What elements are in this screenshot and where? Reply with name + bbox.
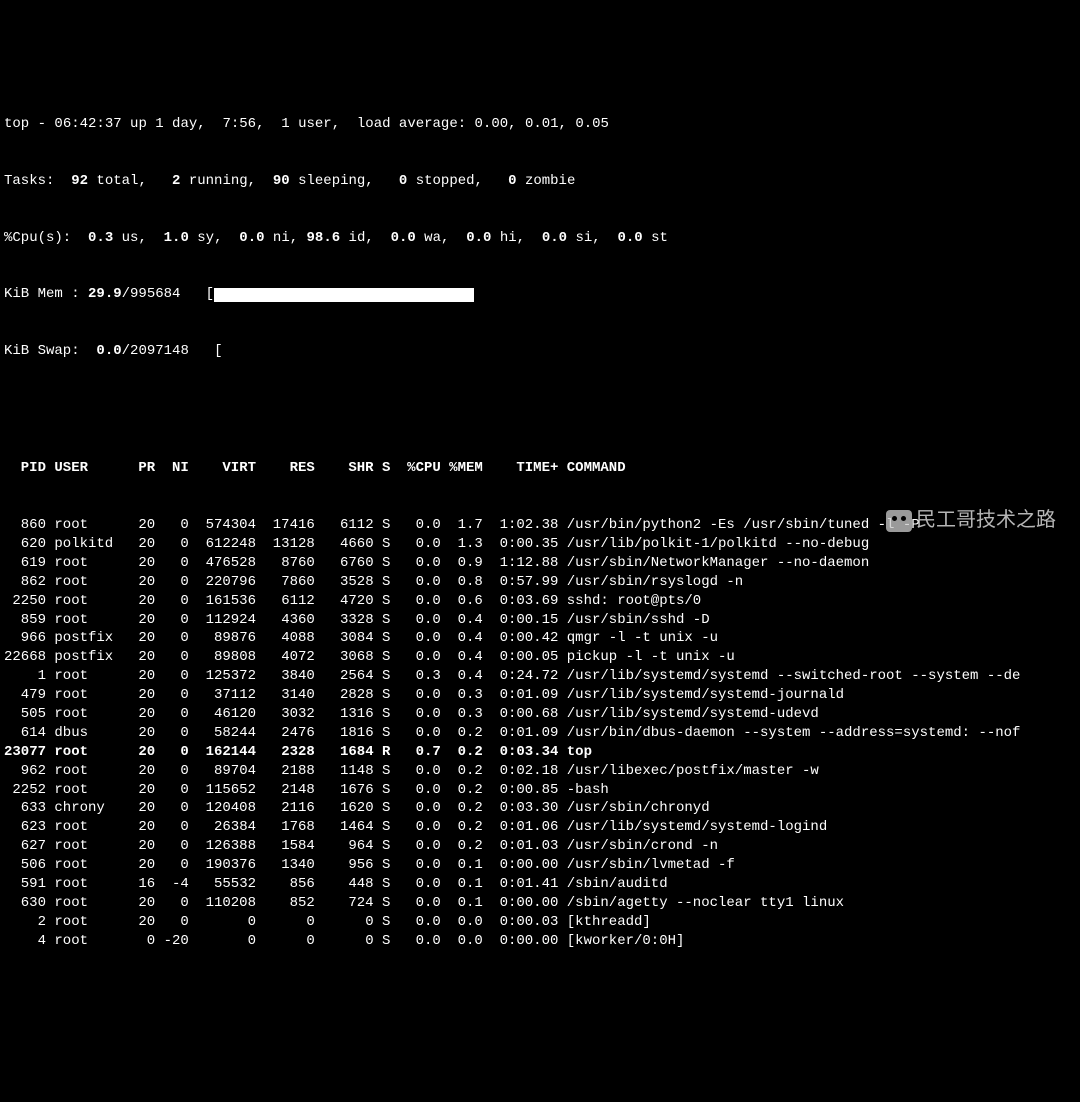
top-line: top - 06:42:37 up 1 day, 7:56, 1 user, l… [4, 115, 1076, 134]
table-row[interactable]: 623root2002638417681464S0.00.20:01.06/us… [4, 818, 1076, 837]
table-row[interactable]: 23077root20016214423281684R0.70.20:03.34… [4, 743, 1076, 762]
table-row[interactable]: 614dbus2005824424761816S0.00.20:01.09/us… [4, 724, 1076, 743]
table-row[interactable]: 619root20047652887606760S0.00.91:12.88/u… [4, 554, 1076, 573]
mem-line: KiB Mem : 29.9/995684 [ [4, 285, 1076, 304]
mem-progress-bar [214, 288, 474, 302]
table-row[interactable]: 2250root20016153661124720S0.00.60:03.69s… [4, 592, 1076, 611]
swap-line: KiB Swap: 0.0/2097148 [ [4, 342, 1076, 361]
table-row[interactable]: 966postfix2008987640883084S0.00.40:00.42… [4, 629, 1076, 648]
column-header-row: PIDUSERPRNIVIRTRESSHRS%CPU%MEMTIME+COMMA… [4, 459, 1076, 478]
tasks-line: Tasks: 92 total, 2 running, 90 sleeping,… [4, 172, 1076, 191]
table-row[interactable]: 862root20022079678603528S0.00.80:57.99/u… [4, 573, 1076, 592]
table-row[interactable]: 1root20012537238402564S0.30.40:24.72/usr… [4, 667, 1076, 686]
summary-block: top - 06:42:37 up 1 day, 7:56, 1 user, l… [4, 78, 1076, 380]
table-row[interactable]: 620polkitd200612248131284660S0.01.30:00.… [4, 535, 1076, 554]
table-row[interactable]: 591root16-455532856448S0.00.10:01.41/sbi… [4, 875, 1076, 894]
table-row[interactable]: 859root20011292443603328S0.00.40:00.15/u… [4, 611, 1076, 630]
table-row[interactable]: 22668postfix2008980840723068S0.00.40:00.… [4, 648, 1076, 667]
table-row[interactable]: 4root0-20000S0.00.00:00.00[kworker/0:0H] [4, 932, 1076, 951]
table-row[interactable]: 860root200574304174166112S0.01.71:02.38/… [4, 516, 1076, 535]
table-row[interactable]: 630root200110208852724S0.00.10:00.00/sbi… [4, 894, 1076, 913]
process-table[interactable]: PIDUSERPRNIVIRTRESSHRS%CPU%MEMTIME+COMMA… [4, 422, 1076, 970]
table-row[interactable]: 2252root20011565221481676S0.00.20:00.85-… [4, 781, 1076, 800]
table-row[interactable]: 633chrony20012040821161620S0.00.20:03.30… [4, 799, 1076, 818]
table-row[interactable]: 627root2001263881584964S0.00.20:01.03/us… [4, 837, 1076, 856]
table-row[interactable]: 505root2004612030321316S0.00.30:00.68/us… [4, 705, 1076, 724]
table-row[interactable]: 479root2003711231402828S0.00.30:01.09/us… [4, 686, 1076, 705]
table-row[interactable]: 506root2001903761340956S0.00.10:00.00/us… [4, 856, 1076, 875]
table-row[interactable]: 2root200000S0.00.00:00.03[kthreadd] [4, 913, 1076, 932]
table-row[interactable]: 962root2008970421881148S0.00.20:02.18/us… [4, 762, 1076, 781]
cpu-line: %Cpu(s): 0.3 us, 1.0 sy, 0.0 ni, 98.6 id… [4, 229, 1076, 248]
